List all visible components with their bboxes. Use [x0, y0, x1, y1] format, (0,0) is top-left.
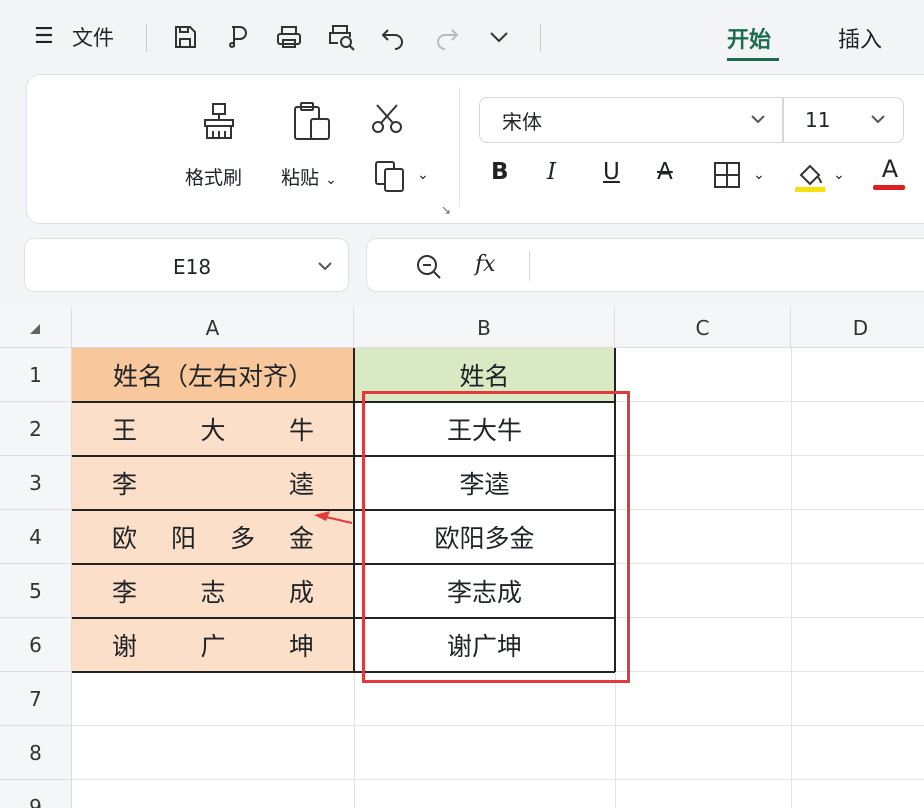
- font-size-value: 11: [805, 108, 831, 132]
- char: 多: [229, 524, 255, 553]
- red-arrow-icon: [314, 511, 353, 524]
- format-painter-button[interactable]: 格式刷: [185, 163, 242, 190]
- paste-label: 粘贴: [281, 167, 320, 189]
- char: 李: [112, 578, 138, 607]
- border-dropdown-chevron-icon[interactable]: ⌄: [753, 167, 765, 183]
- strikethrough-button[interactable]: A: [657, 159, 673, 185]
- ribbon-panel: 格式刷 粘贴 ⌄ ⌄ ↘ 宋体 11 B I U A ⌄ ⌄ A: [26, 74, 924, 224]
- formula-divider: [529, 251, 530, 281]
- dialog-launcher-icon[interactable]: ↘: [441, 203, 451, 217]
- char: 志: [200, 578, 226, 607]
- row-header-7[interactable]: 7: [0, 672, 72, 726]
- chevron-down-icon[interactable]: ⌄: [325, 172, 337, 188]
- row-header-3[interactable]: 3: [0, 456, 72, 510]
- format-brush-icon[interactable]: [222, 22, 252, 52]
- chevron-down-icon[interactable]: [316, 257, 334, 275]
- more-chevron-icon[interactable]: [484, 22, 514, 52]
- fill-color-icon[interactable]: [793, 159, 827, 197]
- select-all-corner[interactable]: [0, 308, 72, 348]
- chevron-down-icon[interactable]: [869, 110, 887, 128]
- font-name-select[interactable]: 宋体: [479, 97, 784, 143]
- tab-start[interactable]: 开始: [727, 22, 771, 54]
- row-header-5[interactable]: 5: [0, 564, 72, 618]
- char: 阳: [170, 524, 196, 553]
- cell-a6[interactable]: 谢 广 坤: [72, 618, 354, 672]
- redo-icon[interactable]: [432, 22, 462, 52]
- underline-button[interactable]: U: [603, 159, 620, 185]
- save-icon[interactable]: [170, 22, 200, 52]
- column-header-c[interactable]: C: [615, 308, 791, 348]
- undo-icon[interactable]: [378, 22, 408, 52]
- ribbon-divider: [459, 87, 460, 207]
- font-color-button[interactable]: A: [873, 155, 907, 190]
- menu-bar: ☰ 文件 开始 插入: [0, 0, 924, 74]
- char: 谢: [112, 632, 138, 661]
- formula-bar[interactable]: fx: [366, 238, 924, 292]
- font-color-swatch: [873, 185, 905, 190]
- active-tab-indicator: [727, 58, 779, 61]
- zoom-search-icon[interactable]: [415, 253, 443, 281]
- char: 牛: [288, 416, 314, 445]
- row-header-9[interactable]: 9: [0, 780, 72, 808]
- column-header-b[interactable]: B: [354, 308, 615, 348]
- toolbar-divider: [540, 24, 541, 52]
- char: 大: [200, 416, 226, 445]
- bold-button[interactable]: B: [491, 159, 509, 185]
- copy-icon[interactable]: [373, 159, 407, 197]
- char: 逵: [288, 470, 314, 499]
- font-size-select[interactable]: 11: [782, 97, 904, 143]
- cell-reference: E18: [173, 255, 212, 279]
- font-name-value: 宋体: [502, 109, 542, 134]
- fx-icon[interactable]: fx: [475, 252, 496, 277]
- font-color-glyph: A: [881, 155, 899, 183]
- char: 金: [288, 524, 314, 553]
- tab-insert[interactable]: 插入: [838, 22, 882, 54]
- row-header-1[interactable]: 1: [0, 348, 72, 402]
- print-preview-icon[interactable]: [326, 22, 356, 52]
- char: 李: [112, 470, 138, 499]
- cell-a1[interactable]: 姓名（左右对齐）: [72, 348, 354, 402]
- row-header-2[interactable]: 2: [0, 402, 72, 456]
- italic-button[interactable]: I: [547, 159, 556, 185]
- name-box[interactable]: E18: [24, 238, 349, 292]
- cell-a3[interactable]: 李 逵: [72, 456, 354, 510]
- print-icon[interactable]: [274, 22, 304, 52]
- row-header-8[interactable]: 8: [0, 726, 72, 780]
- copy-dropdown-chevron-icon[interactable]: ⌄: [417, 167, 429, 183]
- border-icon[interactable]: [713, 161, 741, 193]
- row-header-6[interactable]: 6: [0, 618, 72, 672]
- paste-icon[interactable]: [291, 99, 335, 147]
- char: 成: [288, 578, 314, 607]
- cut-icon[interactable]: [369, 103, 405, 139]
- toolbar-divider: [146, 24, 147, 52]
- char: 欧: [112, 524, 138, 553]
- paste-button[interactable]: 粘贴 ⌄: [281, 163, 337, 190]
- char: 坤: [288, 632, 314, 661]
- row-header-4[interactable]: 4: [0, 510, 72, 564]
- char: 王: [112, 416, 138, 445]
- cell-a2[interactable]: 王 大 牛: [72, 402, 354, 456]
- format-painter-icon[interactable]: [199, 101, 239, 145]
- column-header-d[interactable]: D: [791, 308, 924, 348]
- file-menu[interactable]: 文件: [72, 22, 114, 52]
- highlight-box: [362, 391, 630, 683]
- fill-color-dropdown-chevron-icon[interactable]: ⌄: [833, 167, 845, 183]
- column-header-a[interactable]: A: [72, 308, 354, 348]
- char: 广: [200, 632, 226, 661]
- hamburger-menu-icon[interactable]: ☰: [34, 24, 54, 49]
- chevron-down-icon[interactable]: [749, 110, 767, 128]
- cell-a5[interactable]: 李 志 成: [72, 564, 354, 618]
